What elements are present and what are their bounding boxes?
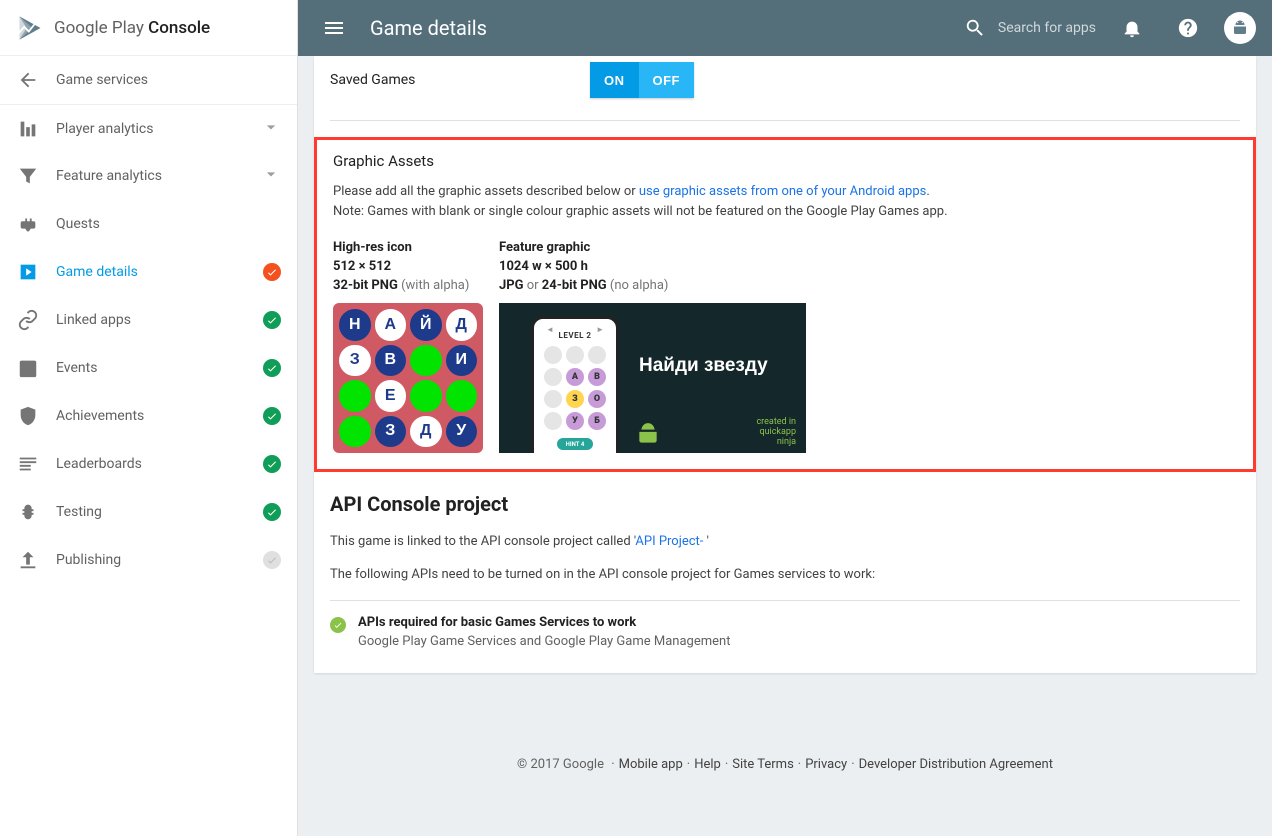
link-icon [16,308,40,332]
search[interactable]: Search for apps [964,17,1096,39]
menu-button[interactable] [314,8,354,48]
game-details-card: Saved Games ON OFF Graphic Assets Please… [314,56,1256,673]
icon-spec: High-res icon 512 × 512 32-bit PNG (with… [333,238,483,295]
phone-mock: ◄LEVEL 2► АВ ЗО УБ HINT 4 [531,316,619,453]
api-requirement-line: The following APIs need to be turned on … [330,567,1240,582]
status-badge [263,263,281,281]
sidebar-item-label: Feature analytics [56,168,261,184]
account-avatar[interactable] [1224,12,1256,44]
shield-icon [16,404,40,428]
sidebar-item-linked-apps[interactable]: Linked apps [0,296,297,344]
footer-link[interactable]: Mobile app [619,757,683,772]
api-project-link[interactable]: API Project- [635,534,703,549]
search-placeholder: Search for apps [998,20,1096,36]
api-console-section: API Console project This game is linked … [314,488,1256,673]
search-icon [964,17,986,39]
api-console-title: API Console project [330,492,1240,516]
android-mascot-icon [635,421,661,447]
sidebar-item-label: Player analytics [56,121,261,137]
brand-text: Google Play Console [54,18,210,38]
footer-link[interactable]: Privacy [805,757,847,772]
chevron-down-icon [261,117,281,141]
api-linked-project-line: This game is linked to the API console p… [330,534,1240,549]
help-button[interactable] [1168,8,1208,48]
saved-games-row: Saved Games ON OFF [314,56,1256,104]
back-icon [16,68,40,92]
status-badge [263,359,281,377]
sidebar-item-label: Leaderboards [56,456,263,472]
status-badge [263,551,281,569]
publish-icon [16,548,40,572]
page-title: Game details [370,16,487,40]
status-badge [263,407,281,425]
chevron-down-icon [261,164,281,188]
feature-graphic-title: Найди звезду [639,355,768,377]
sidebar-item-game-services[interactable]: Game services [0,56,297,104]
sidebar-item-leaderboards[interactable]: Leaderboards [0,440,297,488]
menu-icon [322,16,346,40]
sidebar-item-label: Achievements [56,408,263,424]
graphic-assets-title: Graphic Assets [333,152,1237,170]
feature-spec: Feature graphic 1024 w × 500 h JPG or 24… [499,238,668,295]
status-badge [263,311,281,329]
sidebar-item-label: Events [56,360,263,376]
saved-games-off[interactable]: OFF [639,62,695,98]
calendar-icon [16,356,40,380]
nav: Game services Player analytics Feature ana… [0,56,297,584]
check-icon [330,617,346,633]
sidebar-item-label: Publishing [56,552,263,568]
play-badge-icon [16,260,40,284]
sidebar-item-player-analytics[interactable]: Player analytics [0,104,297,152]
bar-icon [16,117,40,141]
footer: © 2017 Google ·Mobile app·Help·Site Term… [298,697,1272,812]
play-console-logo-icon [16,14,44,42]
sidebar: Google Play Console Game services Player … [0,0,298,836]
footer-copyright: © 2017 Google [517,757,604,772]
sidebar-item-label: Testing [56,504,263,520]
quickapp-ninja-credit: created inquickappninja [756,417,796,447]
sidebar-item-label: Quests [56,216,281,232]
divider [330,120,1240,121]
saved-games-on[interactable]: ON [590,62,639,98]
sidebar-item-achievements[interactable]: Achievements [0,392,297,440]
appbar: Game details Search for apps [298,0,1272,56]
saved-games-label: Saved Games [330,72,590,88]
hires-icon-preview[interactable]: НАЙДЗВИЕЗДУ [333,303,483,453]
sidebar-item-label: Game details [56,264,263,280]
brand[interactable]: Google Play Console [0,0,297,56]
footer-link[interactable]: Site Terms [732,757,794,772]
sidebar-item-publishing[interactable]: Publishing [0,536,297,584]
leaderboard-icon [16,452,40,476]
api-requirement-item: APIs required for basic Games Services t… [330,615,1240,649]
sidebar-item-feature-analytics[interactable]: Feature analytics [0,152,297,200]
graphic-assets-section: Graphic Assets Please add all the graphi… [314,137,1256,472]
saved-games-toggle: ON OFF [590,62,694,98]
footer-link[interactable]: Help [694,757,721,772]
status-badge [263,455,281,473]
sidebar-item-game-details[interactable]: Game details [0,248,297,296]
sidebar-item-quests[interactable]: Quests [0,200,297,248]
sidebar-item-events[interactable]: Events [0,344,297,392]
feature-graphic-preview[interactable]: ◄LEVEL 2► АВ ЗО УБ HINT 4 Найди звезду c… [499,303,806,453]
use-existing-assets-link[interactable]: use graphic assets from one of your Andr… [639,184,927,199]
bell-icon [1121,17,1143,39]
status-badge [263,503,281,521]
help-icon [1177,17,1199,39]
funnel-icon [16,164,40,188]
bug-icon [16,500,40,524]
notifications-button[interactable] [1112,8,1152,48]
gamepad-icon [16,212,40,236]
graphic-assets-help: Please add all the graphic assets descri… [333,182,1237,222]
android-icon [1231,19,1249,37]
sidebar-item-label: Linked apps [56,312,263,328]
sidebar-item-label: Game services [56,72,281,88]
main: Saved Games ON OFF Graphic Assets Please… [298,56,1272,836]
sidebar-item-testing[interactable]: Testing [0,488,297,536]
footer-link[interactable]: Developer Distribution Agreement [859,757,1053,772]
